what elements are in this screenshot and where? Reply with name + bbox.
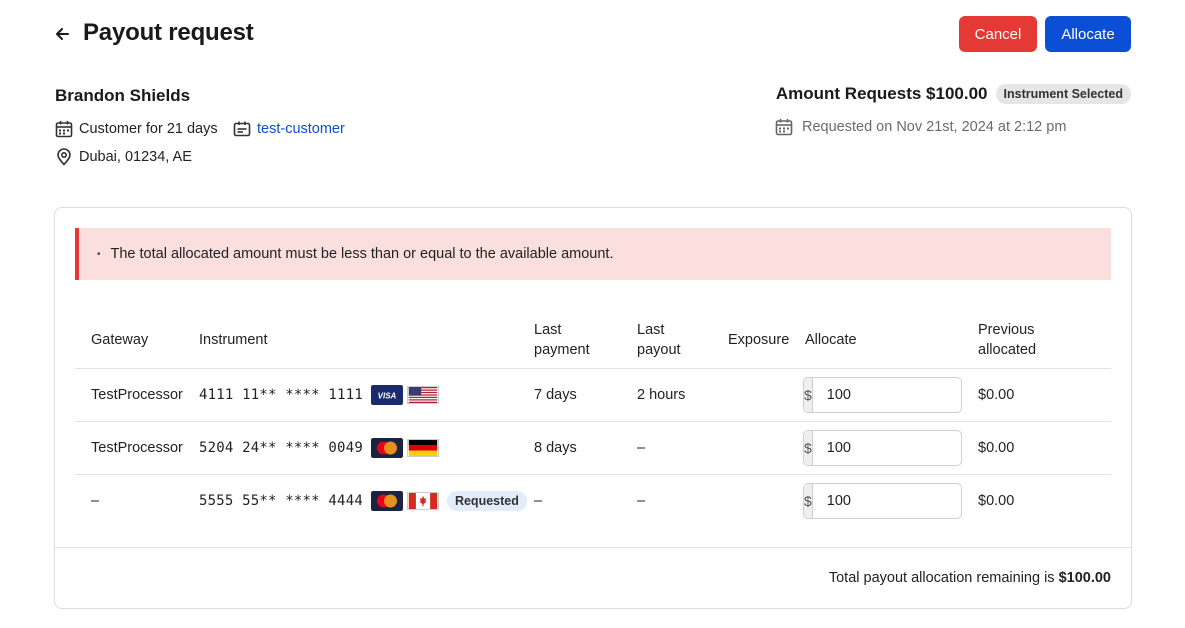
amount-title: Amount Requests $100.00 bbox=[775, 84, 988, 103]
amount-summary: Amount Requests $100.00 Instrument Selec… bbox=[776, 84, 1131, 104]
card-number: 5555 55** **** 4444 bbox=[199, 493, 363, 509]
last-payout-cell: – bbox=[637, 493, 646, 509]
column-header-gateway: Gateway bbox=[91, 332, 149, 348]
allocate-input-group: $ bbox=[803, 377, 962, 413]
last-payment-cell: 7 days bbox=[534, 387, 577, 403]
card-number: 4111 11** **** 1111 bbox=[199, 387, 363, 403]
last-payout-cell: – bbox=[637, 440, 646, 456]
id-card-icon bbox=[233, 121, 251, 137]
customer-location: Dubai, 01234, AE bbox=[55, 148, 192, 166]
us-flag-icon bbox=[406, 386, 439, 404]
ca-flag-icon bbox=[406, 492, 439, 510]
gateway-cell: TestProcessor bbox=[91, 387, 183, 403]
remaining-label: Total payout allocation remaining is bbox=[828, 570, 1059, 586]
column-header-last-payout-line1: Last bbox=[637, 322, 665, 338]
customer-tenure: Customer for 21 days bbox=[55, 120, 218, 138]
cancel-button[interactable]: Cancel bbox=[959, 16, 1037, 52]
allocate-input-group: $ bbox=[803, 430, 962, 466]
allocation-remaining: Total payout allocation remaining is $10… bbox=[829, 570, 1111, 586]
allocate-amount-input[interactable] bbox=[812, 378, 961, 412]
instrument-cell: 5555 55** **** 4444 Requested bbox=[199, 475, 527, 527]
requested-badge: Requested bbox=[446, 491, 527, 511]
last-payout-cell: 2 hours bbox=[637, 387, 686, 403]
error-alert: • The total allocated amount must be les… bbox=[75, 228, 1111, 280]
last-payment-cell: 8 days bbox=[534, 440, 577, 456]
divider bbox=[55, 547, 1131, 548]
arrow-left-icon[interactable] bbox=[55, 26, 69, 42]
previous-allocated-cell: $0.00 bbox=[978, 440, 1015, 456]
instrument-cell: 5204 24** **** 0049 bbox=[199, 422, 445, 474]
table-row: TestProcessor 5204 24** **** 0049 8 days… bbox=[75, 421, 1111, 474]
last-payment-cell: – bbox=[534, 493, 543, 509]
allocate-input-group: $ bbox=[803, 483, 962, 519]
column-header-previous-allocated: Previous allocated bbox=[978, 320, 1036, 360]
gateway-cell: TestProcessor bbox=[91, 440, 183, 456]
requested-on: Requested on Nov 21st, 2024 at 2:12 pm bbox=[775, 118, 1066, 136]
column-header-last-payout-line2: payout bbox=[637, 342, 681, 358]
previous-allocated-cell: $0.00 bbox=[978, 493, 1015, 509]
alert-message: The total allocated amount must be less … bbox=[110, 246, 614, 262]
column-header-previous-line1: Previous bbox=[978, 322, 1035, 338]
allocate-amount-input[interactable] bbox=[812, 484, 961, 518]
calendar-icon bbox=[55, 121, 73, 138]
customer-tag: test-customer bbox=[233, 120, 345, 138]
requested-on-text: Requested on Nov 21st, 2024 at 2:12 pm bbox=[802, 119, 1067, 135]
calendar-icon bbox=[775, 119, 793, 136]
column-header-last-payment-line1: Last bbox=[534, 322, 562, 338]
currency-prefix: $ bbox=[804, 484, 813, 518]
location-text: Dubai, 01234, AE bbox=[79, 149, 192, 165]
currency-prefix: $ bbox=[804, 378, 813, 412]
column-header-allocate: Allocate bbox=[805, 332, 857, 348]
column-header-exposure: Exposure bbox=[728, 332, 790, 348]
customer-tag-link[interactable]: test-customer bbox=[257, 121, 345, 137]
allocation-card: • The total allocated amount must be les… bbox=[54, 207, 1132, 609]
bullet-icon: • bbox=[97, 248, 101, 260]
allocate-button[interactable]: Allocate bbox=[1045, 16, 1131, 52]
previous-allocated-cell: $0.00 bbox=[978, 387, 1015, 403]
remaining-value: $100.00 bbox=[1058, 570, 1111, 586]
status-badge: Instrument Selected bbox=[995, 84, 1131, 104]
page-header: Payout request Cancel Allocate bbox=[55, 16, 1131, 52]
location-pin-icon bbox=[57, 148, 71, 166]
column-header-last-payout: Last payout bbox=[637, 320, 681, 360]
column-header-last-payment: Last payment bbox=[534, 320, 590, 360]
column-header-last-payment-line2: payment bbox=[534, 342, 590, 358]
customer-for-text: Customer for 21 days bbox=[79, 121, 218, 137]
gateway-cell: – bbox=[91, 493, 100, 509]
table-row: TestProcessor 4111 11** **** 1111 VISA 7… bbox=[75, 368, 1111, 421]
de-flag-icon bbox=[406, 439, 439, 457]
instrument-cell: 4111 11** **** 1111 VISA bbox=[199, 369, 445, 421]
mastercard-icon bbox=[370, 438, 403, 458]
page-title: Payout request bbox=[83, 19, 254, 46]
column-header-instrument: Instrument bbox=[199, 332, 268, 348]
allocate-amount-input[interactable] bbox=[812, 431, 961, 465]
customer-name: Brandon Shields bbox=[55, 86, 191, 105]
mastercard-icon bbox=[370, 491, 403, 511]
visa-card-icon: VISA bbox=[370, 385, 403, 405]
table-row: – 5555 55** **** 4444 Requested – – $ 10… bbox=[75, 474, 1111, 527]
currency-prefix: $ bbox=[804, 431, 813, 465]
card-number: 5204 24** **** 0049 bbox=[199, 440, 363, 456]
column-header-previous-line2: allocated bbox=[978, 342, 1037, 358]
svg-text:VISA: VISA bbox=[378, 392, 397, 401]
